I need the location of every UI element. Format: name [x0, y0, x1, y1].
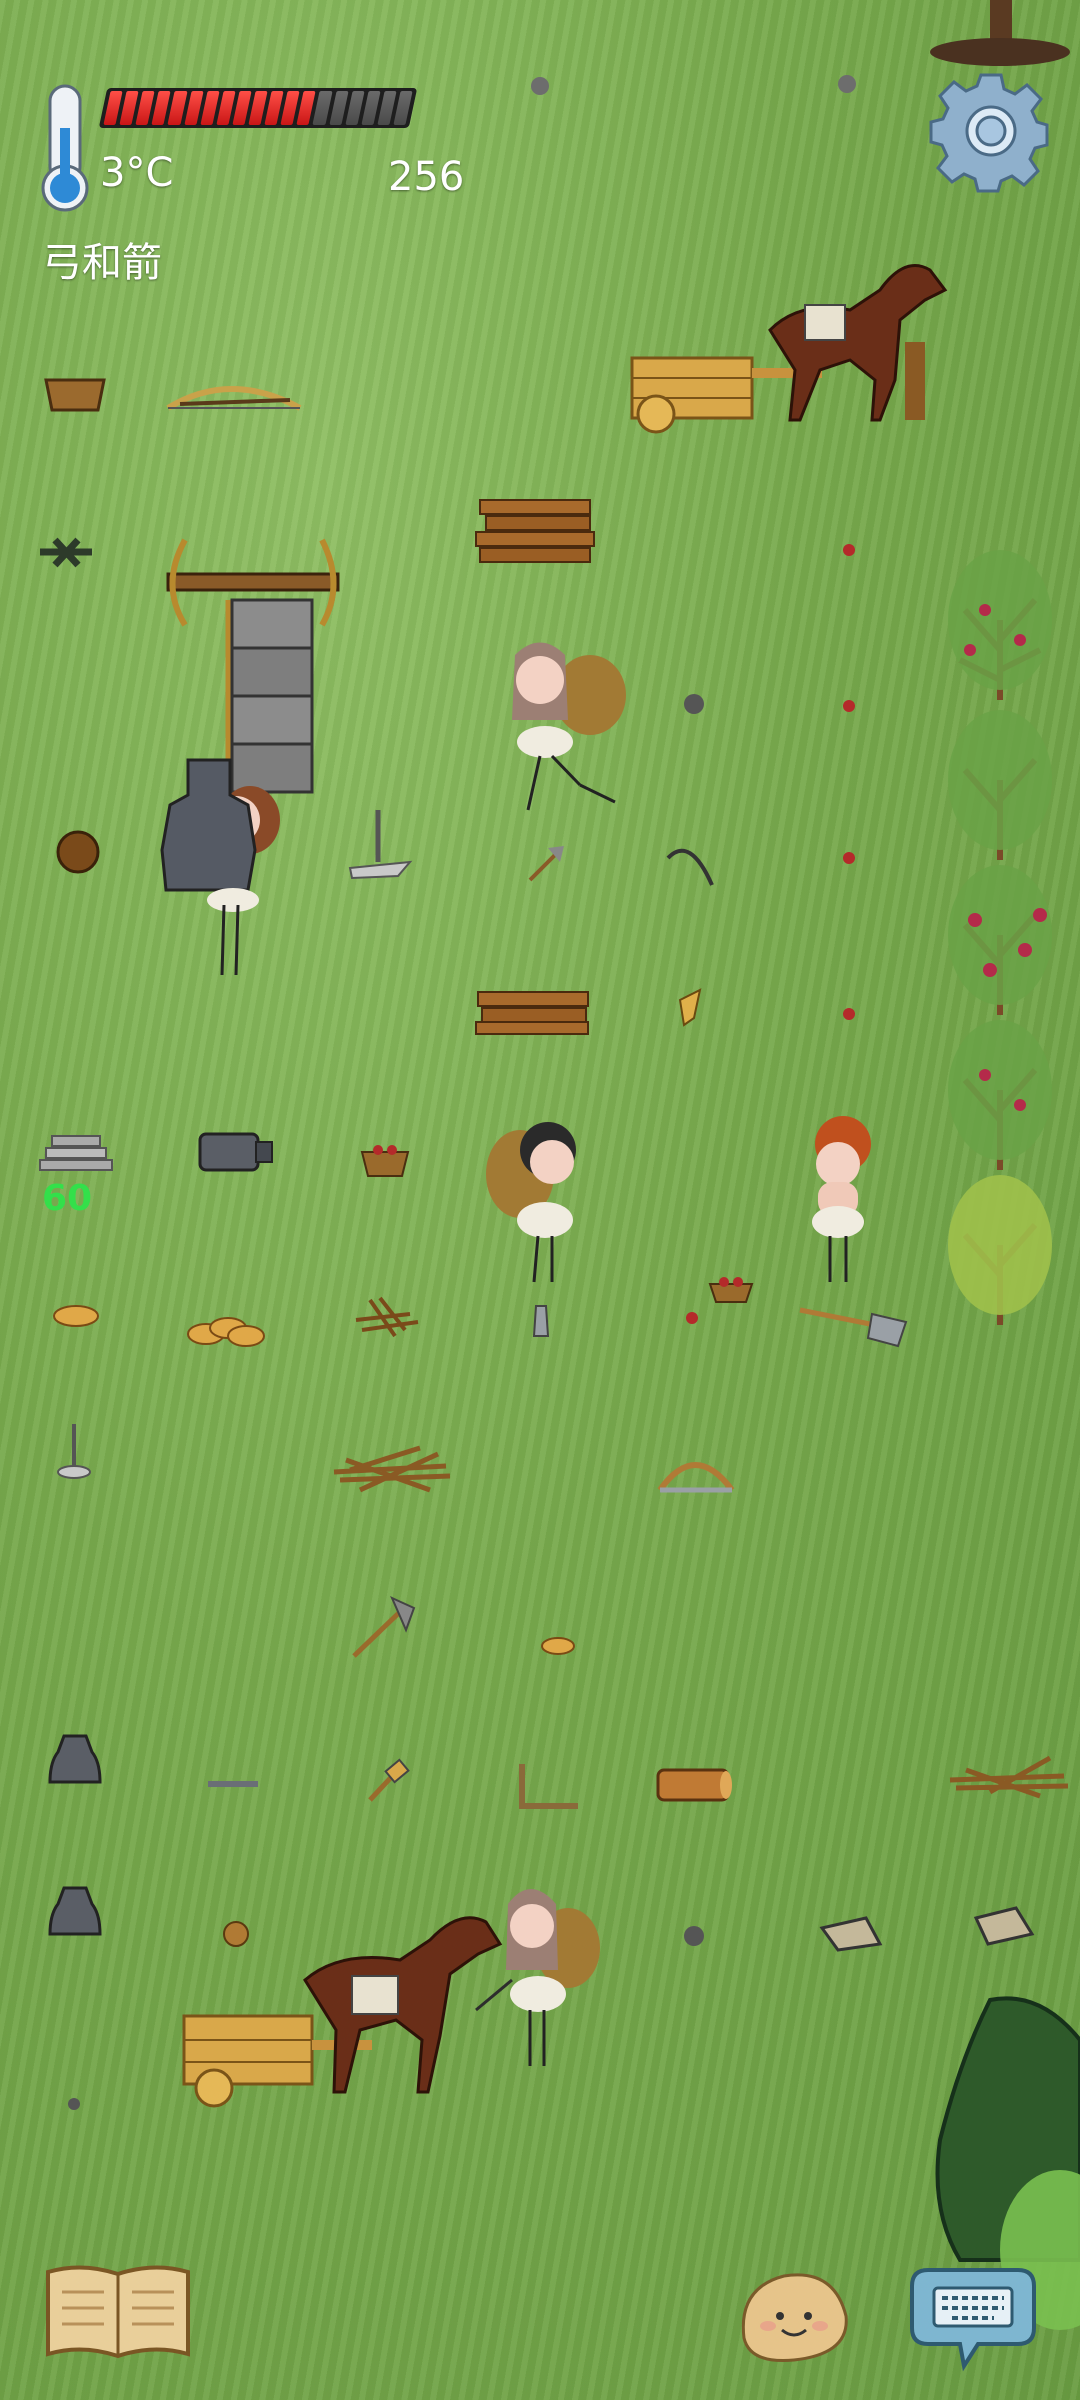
plant-sprout[interactable] — [40, 537, 92, 568]
small-axe[interactable] — [528, 846, 564, 882]
stone[interactable] — [684, 1926, 704, 1946]
hunger-pip-empty — [393, 91, 413, 125]
gooseberry-bush-row[interactable] — [948, 550, 1052, 1325]
snare[interactable] — [666, 848, 714, 886]
flint-chip[interactable] — [678, 988, 702, 1027]
villager-woman-walking[interactable] — [512, 642, 626, 811]
stone[interactable] — [531, 77, 549, 95]
stone[interactable] — [838, 75, 856, 93]
gear-icon[interactable] — [929, 70, 1052, 193]
age-counter: 256 — [388, 154, 465, 200]
villager-dark-hair[interactable] — [486, 1122, 576, 1283]
thermometer-icon — [38, 84, 92, 214]
villager-carrying-pot[interactable] — [160, 758, 280, 976]
shovel[interactable] — [799, 1307, 908, 1348]
firewood-pile[interactable] — [475, 499, 595, 563]
iron-ingot-stack[interactable] — [39, 1135, 113, 1171]
stone[interactable] — [684, 694, 704, 714]
flat-bread[interactable] — [53, 1305, 99, 1327]
spindle[interactable] — [348, 810, 413, 880]
chisel[interactable] — [532, 1305, 550, 1337]
book-icon[interactable] — [44, 2262, 192, 2360]
bow-saw[interactable] — [657, 1462, 735, 1493]
ore-rock[interactable] — [819, 1916, 883, 1952]
bowl-of-berries[interactable] — [360, 1145, 410, 1177]
ore-rock[interactable] — [973, 1906, 1035, 1946]
villager-red-hair[interactable] — [812, 1116, 871, 1282]
straw-pile[interactable] — [333, 1445, 451, 1493]
basket[interactable] — [44, 378, 106, 412]
clay-jar[interactable] — [48, 1886, 102, 1936]
burdock[interactable] — [223, 1921, 249, 1947]
stone[interactable] — [68, 2098, 80, 2110]
bowl-of-berries[interactable] — [708, 1277, 754, 1303]
temperature-readout: 3°C — [100, 150, 174, 196]
kindling[interactable] — [355, 1296, 419, 1338]
bread-loaves[interactable] — [187, 1317, 265, 1347]
villager-woman-standing[interactable] — [475, 1889, 600, 2066]
held-item-label: 弓和箭 — [42, 240, 162, 286]
iron-pipe[interactable] — [198, 1132, 273, 1172]
firewood-pile[interactable] — [475, 991, 589, 1035]
log[interactable] — [656, 1768, 732, 1802]
hunger-pip-empty — [312, 91, 333, 125]
hammer[interactable] — [368, 1758, 410, 1802]
pickaxe[interactable] — [352, 1596, 416, 1658]
horse-cart[interactable] — [630, 264, 948, 434]
burdock[interactable] — [56, 830, 100, 874]
clay-jar[interactable] — [48, 1734, 102, 1784]
round-stone[interactable] — [541, 1637, 575, 1655]
game-world[interactable] — [0, 0, 1080, 2400]
stack-count: 60 — [42, 1178, 93, 1219]
face-icon[interactable] — [734, 2268, 852, 2364]
adze[interactable] — [519, 1764, 578, 1809]
straw-pile[interactable] — [949, 1755, 1069, 1799]
bow[interactable] — [166, 386, 302, 411]
keyboard-icon[interactable] — [908, 2262, 1038, 2372]
spindle[interactable] — [57, 1424, 91, 1479]
hunger-bar — [98, 88, 418, 128]
tree-trunk[interactable] — [930, 0, 1070, 66]
